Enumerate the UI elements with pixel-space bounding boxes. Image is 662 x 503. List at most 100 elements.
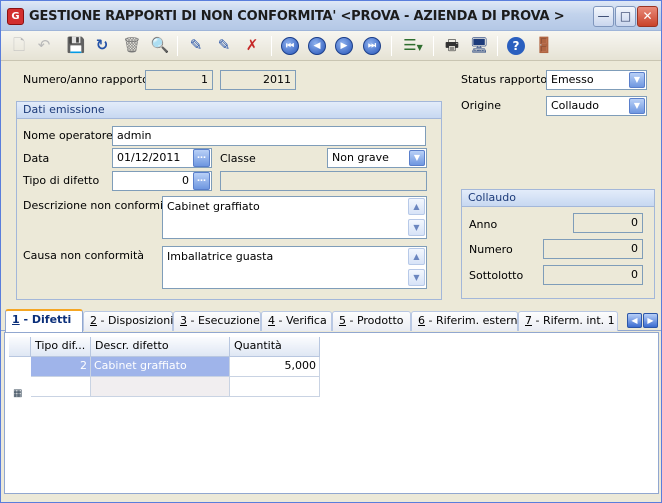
numero-anno-label: Numero/anno rapporto xyxy=(23,73,149,86)
grid-cell-empty[interactable] xyxy=(31,377,91,397)
chevron-down-icon[interactable]: ▼ xyxy=(629,72,645,88)
refresh-icon[interactable]: ↻ xyxy=(90,34,114,58)
grid-cell-empty[interactable] xyxy=(91,377,230,397)
descrizione-nc-textarea[interactable]: Cabinet graffiato ▲ ▼ xyxy=(162,196,427,239)
edit-cancel-icon[interactable]: ✗ xyxy=(240,34,264,58)
chevron-down-icon[interactable]: ▼ xyxy=(409,150,425,166)
first-record-icon[interactable]: ⏮ xyxy=(281,37,299,55)
classe-value: Non grave xyxy=(332,151,389,164)
main-window: G GESTIONE RAPPORTI DI NON CONFORMITA' <… xyxy=(0,0,662,503)
descrizione-nc-label: Descrizione non conformità xyxy=(23,199,175,212)
toolbar: 🗋 ↶ 💾 ↻ 🗑 🔍 ✎ ✎ ✗ ⏮ ◀ ▶ ⏭ ☰▼ 🖶 🖥 ? 🚪 xyxy=(1,31,661,61)
minimize-button[interactable]: — xyxy=(593,6,614,27)
new-icon[interactable]: 🗋 xyxy=(7,34,31,58)
close-icon: ✕ xyxy=(642,9,653,23)
help-icon[interactable]: ? xyxy=(504,34,528,58)
tipo-difetto-label: Tipo di difetto xyxy=(23,174,100,187)
scroll-up-icon[interactable]: ▲ xyxy=(408,248,425,265)
data-label: Data xyxy=(23,152,50,165)
anno-rapporto-field[interactable]: 2011 xyxy=(220,70,296,90)
grid-cell-quantita[interactable]: 5,000 xyxy=(230,357,320,377)
causa-nc-value: Imballatrice guasta xyxy=(167,250,274,263)
preview-icon[interactable]: 🖥 xyxy=(467,34,491,58)
status-rapporto-label: Status rapporto xyxy=(461,73,548,86)
tipo-difetto-descrizione-field[interactable] xyxy=(220,171,427,191)
nome-operatore-field[interactable]: admin xyxy=(112,126,426,146)
scroll-up-icon[interactable]: ▲ xyxy=(408,198,425,215)
collaudo-title: Collaudo xyxy=(462,190,654,207)
nome-operatore-label: Nome operatore xyxy=(23,129,113,142)
causa-nc-textarea[interactable]: Imballatrice guasta ▲ ▼ xyxy=(162,246,427,289)
close-button[interactable]: ✕ xyxy=(637,6,658,27)
tab-prodotto[interactable]: 5 - Prodotto xyxy=(332,311,411,331)
next-record-icon[interactable]: ▶ xyxy=(335,37,353,55)
tab-disposizioni[interactable]: 2 - Disposizioni xyxy=(83,311,173,331)
edit-check-icon[interactable]: ✎ xyxy=(212,34,236,58)
classe-label: Classe xyxy=(220,152,256,165)
tab-riferm-int-1[interactable]: 7 - Riferm. int. 1 xyxy=(518,311,618,331)
grid-header-tipo[interactable]: Tipo dif... xyxy=(31,337,91,357)
status-rapporto-value: Emesso xyxy=(551,73,594,86)
save-icon[interactable]: 💾 xyxy=(64,34,88,58)
last-record-icon[interactable]: ⏭ xyxy=(363,37,381,55)
grid-cell-tipo[interactable]: 2 xyxy=(31,357,91,377)
row-indicator-icon: ▦ xyxy=(13,388,23,399)
collaudo-sottolotto-field[interactable]: 0 xyxy=(543,265,643,285)
toolbar-separator xyxy=(177,36,178,56)
window-title: GESTIONE RAPPORTI DI NON CONFORMITA' <PR… xyxy=(29,9,565,24)
exit-icon[interactable]: 🚪 xyxy=(532,34,556,58)
toolbar-separator xyxy=(497,36,498,56)
status-rapporto-select[interactable]: Emesso ▼ xyxy=(546,70,647,90)
find-icon[interactable]: 🔍 xyxy=(148,34,172,58)
tipo-difetto-value: 0 xyxy=(182,174,189,187)
scroll-down-icon[interactable]: ▼ xyxy=(408,269,425,286)
data-field[interactable]: 01/12/2011 … xyxy=(112,148,212,168)
tab-esecuzione[interactable]: 3 - Esecuzione xyxy=(173,311,261,331)
collaudo-anno-label: Anno xyxy=(469,218,498,231)
numero-rapporto-field[interactable]: 1 xyxy=(145,70,213,90)
origine-select[interactable]: Collaudo ▼ xyxy=(546,96,647,116)
undo-icon[interactable]: ↶ xyxy=(32,34,56,58)
maximize-button[interactable]: □ xyxy=(615,6,636,27)
tab-scroll-left-icon[interactable]: ◀ xyxy=(627,313,642,328)
previous-record-icon[interactable]: ◀ xyxy=(308,37,326,55)
grid-cell-descrizione[interactable]: Cabinet graffiato xyxy=(91,357,230,377)
tab-verifica[interactable]: 4 - Verifica xyxy=(261,311,332,331)
list-icon[interactable]: ☰▼ xyxy=(398,34,428,58)
tipo-difetto-lookup-button[interactable]: … xyxy=(193,172,210,190)
causa-nc-label: Causa non conformità xyxy=(23,249,145,262)
grid-cell-empty[interactable] xyxy=(230,377,320,397)
collaudo-anno-field[interactable]: 0 xyxy=(573,213,643,233)
collaudo-numero-field[interactable]: 0 xyxy=(543,239,643,259)
tab-scroll-right-icon[interactable]: ▶ xyxy=(643,313,658,328)
origine-value: Collaudo xyxy=(551,99,599,112)
descrizione-nc-value: Cabinet graffiato xyxy=(167,200,260,213)
delete-icon[interactable]: 🗑 xyxy=(120,34,144,58)
dati-emissione-title: Dati emissione xyxy=(17,102,441,119)
grid-header-descrizione[interactable]: Descr. difetto xyxy=(91,337,230,357)
classe-select[interactable]: Non grave ▼ xyxy=(327,148,427,168)
toolbar-separator xyxy=(271,36,272,56)
tab-strip: 1 - Difetti 2 - Disposizioni 3 - Esecuzi… xyxy=(1,309,661,332)
difetti-grid: Tipo dif... Descr. difetto Quantità 2 Ca… xyxy=(4,332,659,494)
toolbar-separator xyxy=(433,36,434,56)
title-bar[interactable]: G GESTIONE RAPPORTI DI NON CONFORMITA' <… xyxy=(1,1,661,31)
toolbar-separator xyxy=(391,36,392,56)
edit-icon[interactable]: ✎ xyxy=(184,34,208,58)
collaudo-numero-label: Numero xyxy=(469,243,513,256)
tipo-difetto-field[interactable]: 0 … xyxy=(112,171,212,191)
grid-header-quantita[interactable]: Quantità xyxy=(230,337,320,357)
print-icon[interactable]: 🖶 xyxy=(440,34,464,58)
app-icon[interactable]: G xyxy=(7,8,24,25)
grid-corner xyxy=(9,337,31,357)
collaudo-sottolotto-label: Sottolotto xyxy=(469,269,524,282)
tab-riferim-esterni[interactable]: 6 - Riferim. esterni xyxy=(411,311,521,331)
origine-label: Origine xyxy=(461,99,502,112)
scroll-down-icon[interactable]: ▼ xyxy=(408,219,425,236)
minimize-icon: — xyxy=(597,9,610,23)
tab-difetti[interactable]: 1 - Difetti xyxy=(5,309,83,332)
data-value: 01/12/2011 xyxy=(117,151,181,164)
maximize-icon: □ xyxy=(619,9,632,23)
chevron-down-icon[interactable]: ▼ xyxy=(629,98,645,114)
date-picker-button[interactable]: … xyxy=(193,149,210,167)
